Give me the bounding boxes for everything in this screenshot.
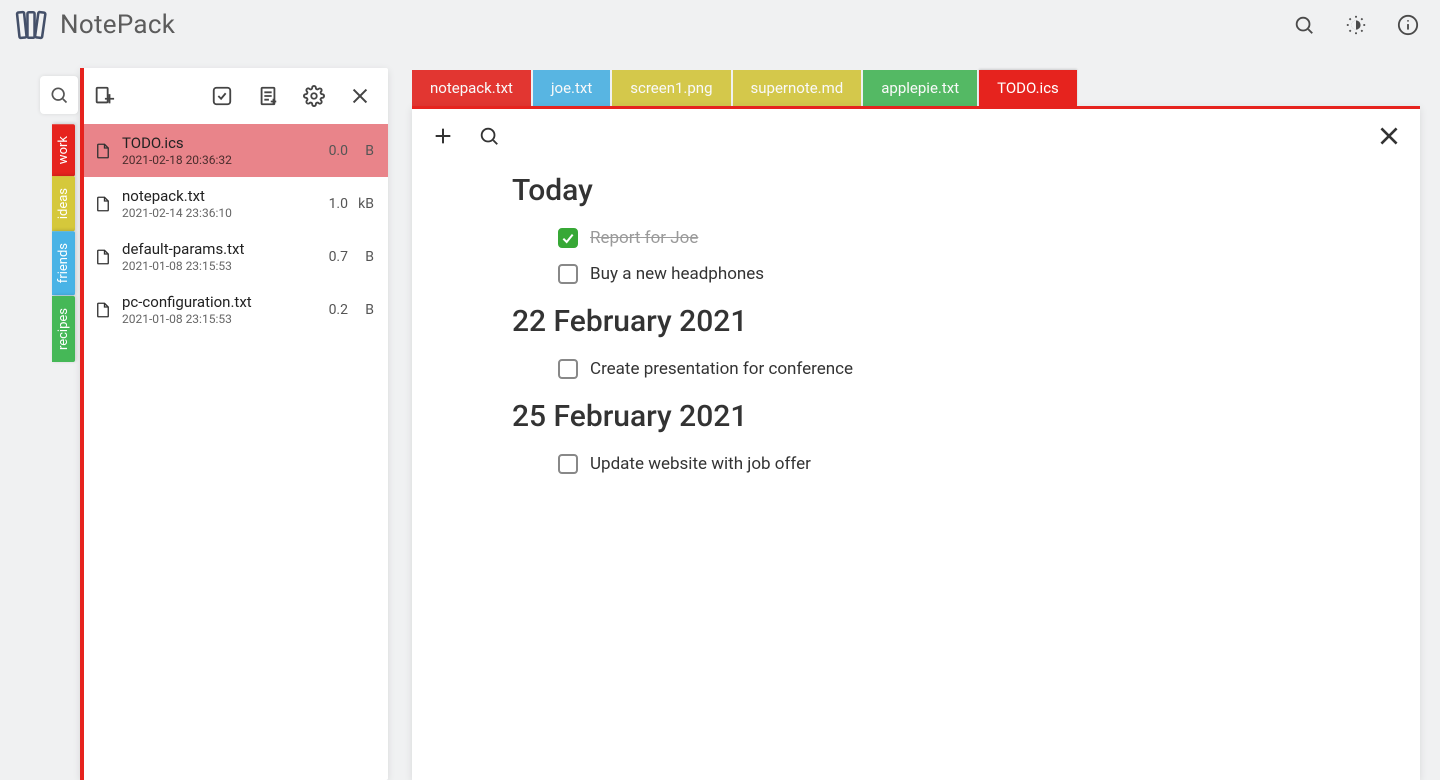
file-tab[interactable]: applepie.txt [863, 70, 977, 106]
close-sidebar-icon[interactable] [348, 84, 372, 108]
info-icon[interactable] [1396, 13, 1420, 37]
todo-text: Buy a new headphones [590, 264, 764, 284]
app-logo-wrap: NotePack [14, 8, 175, 42]
file-date: 2021-02-14 23:36:10 [122, 206, 310, 220]
todo-section: 25 February 2021 Update website with job … [512, 399, 1420, 474]
new-note-icon[interactable] [92, 84, 116, 108]
category-tabs: workideasfriendsrecipes [52, 124, 75, 362]
note-list-icon[interactable] [256, 84, 280, 108]
todo-item: Buy a new headphones [558, 264, 1420, 284]
file-row[interactable]: TODO.ics2021-02-18 20:36:32 0.0B [80, 124, 388, 177]
todo-text: Report for Joe [590, 228, 698, 248]
add-item-icon[interactable] [430, 123, 456, 149]
file-tab[interactable]: notepack.txt [412, 70, 531, 106]
tab-strip: notepack.txtjoe.txtscreen1.pngsupernote.… [412, 68, 1420, 106]
file-size: 0.0B [320, 143, 374, 159]
file-tab[interactable]: TODO.ics [979, 70, 1077, 106]
file-name: notepack.txt [122, 187, 310, 205]
todo-checkbox[interactable] [558, 359, 578, 379]
file-name: default-params.txt [122, 240, 310, 258]
sidebar-search-button[interactable] [40, 76, 78, 114]
editor-close-icon[interactable] [1376, 123, 1402, 149]
todo-section: 22 February 2021 Create presentation for … [512, 304, 1420, 379]
app-title: NotePack [60, 10, 175, 40]
file-meta: TODO.ics2021-02-18 20:36:32 [122, 134, 310, 167]
todo-section-title: 22 February 2021 [512, 304, 1420, 339]
file-tab[interactable]: screen1.png [612, 70, 730, 106]
file-size: 1.0kB [320, 196, 374, 212]
file-row[interactable]: default-params.txt2021-01-08 23:15:53 0.7… [80, 230, 388, 283]
editor: Today Report for Joe Buy a new headphones 2… [412, 106, 1420, 780]
todo-section: Today Report for Joe Buy a new headphones [512, 173, 1420, 284]
file-meta: notepack.txt2021-02-14 23:36:10 [122, 187, 310, 220]
checklist-icon[interactable] [210, 84, 234, 108]
file-size: 0.7B [320, 249, 374, 265]
app-logo-icon [14, 8, 48, 42]
file-icon [94, 142, 112, 160]
file-tab[interactable]: joe.txt [533, 70, 610, 106]
content-panel: notepack.txtjoe.txtscreen1.pngsupernote.… [412, 68, 1420, 780]
theme-toggle-icon[interactable] [1344, 13, 1368, 37]
header-actions [1292, 13, 1420, 37]
todo-item: Report for Joe [558, 228, 1420, 248]
todo-checkbox[interactable] [558, 228, 578, 248]
file-icon [94, 248, 112, 266]
file-row[interactable]: pc-configuration.txt2021-01-08 23:15:53 0… [80, 283, 388, 336]
category-tab[interactable]: friends [52, 231, 75, 295]
app-header: NotePack [0, 0, 1440, 50]
file-name: TODO.ics [122, 134, 310, 152]
category-tab[interactable]: ideas [52, 176, 75, 231]
search-icon[interactable] [1292, 13, 1316, 37]
editor-search-icon[interactable] [476, 123, 502, 149]
sidebar-toolbar [80, 68, 388, 124]
settings-icon[interactable] [302, 84, 326, 108]
todo-text: Create presentation for conference [590, 359, 853, 379]
sidebar-wrap: workideasfriendsrecipes [40, 68, 388, 780]
file-name: pc-configuration.txt [122, 293, 310, 311]
file-icon [94, 195, 112, 213]
file-meta: pc-configuration.txt2021-01-08 23:15:53 [122, 293, 310, 326]
file-row[interactable]: notepack.txt2021-02-14 23:36:10 1.0kB [80, 177, 388, 230]
file-list: TODO.ics2021-02-18 20:36:32 0.0B notepack.… [80, 124, 388, 780]
todo-checkbox[interactable] [558, 264, 578, 284]
todo-section-title: 25 February 2021 [512, 399, 1420, 434]
category-tab[interactable]: recipes [52, 296, 75, 362]
file-meta: default-params.txt2021-01-08 23:15:53 [122, 240, 310, 273]
file-icon [94, 301, 112, 319]
file-date: 2021-01-08 23:15:53 [122, 259, 310, 273]
sidebar: TODO.ics2021-02-18 20:36:32 0.0B notepack.… [80, 68, 388, 780]
sidebar-accent [80, 68, 84, 780]
file-date: 2021-02-18 20:36:32 [122, 153, 310, 167]
todo-item: Update website with job offer [558, 454, 1420, 474]
todo-checkbox[interactable] [558, 454, 578, 474]
category-tab[interactable]: work [52, 124, 75, 176]
todo-text: Update website with job offer [590, 454, 811, 474]
todo-section-title: Today [512, 173, 1420, 208]
file-tab[interactable]: supernote.md [733, 70, 862, 106]
editor-toolbar [412, 109, 1420, 163]
file-date: 2021-01-08 23:15:53 [122, 312, 310, 326]
todo-body: Today Report for Joe Buy a new headphones 2… [412, 163, 1420, 474]
todo-item: Create presentation for conference [558, 359, 1420, 379]
main-layout: workideasfriendsrecipes [0, 68, 1440, 780]
file-size: 0.2B [320, 302, 374, 318]
